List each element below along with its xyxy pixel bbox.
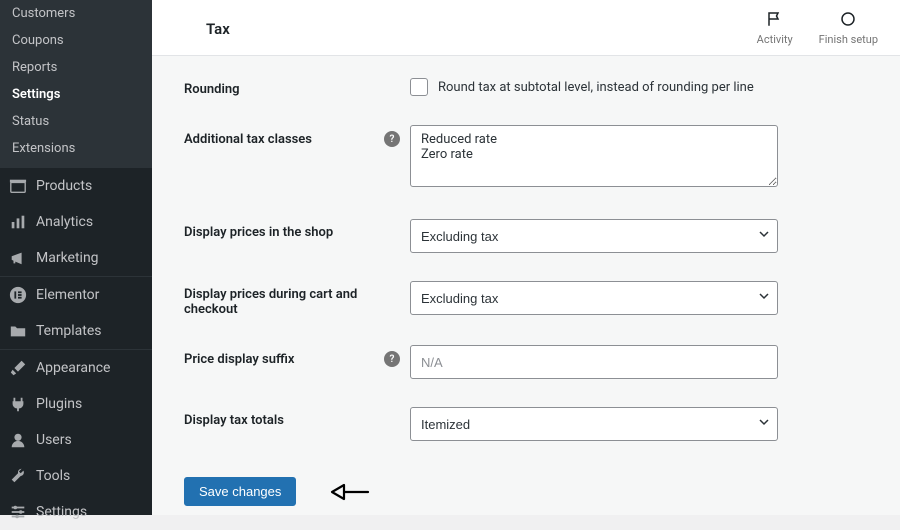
sidebar-item-label: Appearance [36, 360, 144, 376]
arrow-annotation-icon [330, 481, 370, 503]
sidebar-item-label: Products [36, 178, 144, 194]
row-display-tax-totals: Display tax totals Itemized [184, 407, 868, 441]
woocommerce-submenu: Customers Coupons Reports Settings Statu… [0, 0, 152, 168]
archive-icon [8, 176, 28, 196]
row-display-prices-shop: Display prices in the shop Excluding tax [184, 219, 868, 253]
activity-button[interactable]: Activity [757, 10, 793, 46]
label-display-tax-totals: Display tax totals [184, 407, 410, 428]
plug-icon [8, 394, 28, 414]
label-price-display-suffix: Price display suffix ? [184, 345, 410, 367]
finish-setup-button[interactable]: Finish setup [819, 10, 878, 46]
activity-label: Activity [757, 33, 793, 46]
additional-tax-classes-textarea[interactable]: Reduced rate Zero rate [410, 125, 778, 187]
user-icon [8, 430, 28, 450]
page-title: Tax [174, 18, 757, 38]
sidebar-item-label: Templates [36, 323, 144, 339]
elementor-icon [8, 285, 28, 305]
price-display-suffix-input[interactable] [410, 345, 778, 379]
wrench-icon [8, 466, 28, 486]
sidebar-item-tools[interactable]: Tools [0, 458, 152, 494]
sidebar-sub-coupons[interactable]: Coupons [0, 27, 152, 54]
row-display-prices-cart: Display prices during cart and checkout … [184, 281, 868, 317]
display-tax-totals-select[interactable]: Itemized [410, 407, 778, 441]
megaphone-icon [8, 248, 28, 268]
sidebar-sub-status[interactable]: Status [0, 108, 152, 135]
sidebar-item-analytics[interactable]: Analytics [0, 204, 152, 240]
rounding-checkbox[interactable] [410, 78, 428, 96]
brush-icon [8, 358, 28, 378]
row-additional-tax-classes: Additional tax classes ? Reduced rate Ze… [184, 125, 868, 191]
main-content: Tax Activity Finish setup Rounding [152, 0, 900, 515]
finish-setup-label: Finish setup [819, 33, 878, 46]
sidebar-item-marketing[interactable]: Marketing [0, 240, 152, 276]
sidebar-sub-extensions[interactable]: Extensions [0, 135, 152, 162]
sidebar-item-templates[interactable]: Templates [0, 313, 152, 349]
sidebar-item-plugins[interactable]: Plugins [0, 386, 152, 422]
sidebar-sub-customers[interactable]: Customers [0, 0, 152, 27]
display-prices-shop-select[interactable]: Excluding tax [410, 219, 778, 253]
sidebar-item-label: Plugins [36, 396, 144, 412]
tax-settings-form: Rounding Round tax at subtotal level, in… [152, 56, 900, 515]
display-prices-cart-select[interactable]: Excluding tax [410, 281, 778, 315]
rounding-checkbox-label: Round tax at subtotal level, instead of … [438, 80, 754, 95]
flag-icon [766, 10, 784, 31]
sidebar-item-users[interactable]: Users [0, 422, 152, 458]
page-header: Tax Activity Finish setup [152, 0, 900, 56]
sidebar-item-elementor[interactable]: Elementor [0, 277, 152, 313]
sidebar-item-label: Settings [36, 504, 144, 520]
save-changes-button[interactable]: Save changes [184, 477, 296, 506]
save-row: Save changes [184, 477, 868, 506]
sidebar-item-settings[interactable]: Settings [0, 494, 152, 530]
label-display-prices-shop: Display prices in the shop [184, 219, 410, 240]
sidebar-item-products[interactable]: Products [0, 168, 152, 204]
sidebar-item-appearance[interactable]: Appearance [0, 350, 152, 386]
label-rounding: Rounding [184, 76, 410, 97]
folder-icon [8, 321, 28, 341]
sidebar-sub-reports[interactable]: Reports [0, 54, 152, 81]
sidebar-item-label: Tools [36, 468, 144, 484]
help-icon[interactable]: ? [384, 131, 400, 147]
sidebar-item-label: Analytics [36, 214, 144, 230]
help-icon[interactable]: ? [384, 351, 400, 367]
label-additional-tax-classes: Additional tax classes ? [184, 125, 410, 147]
row-price-display-suffix: Price display suffix ? [184, 345, 868, 379]
row-rounding: Rounding Round tax at subtotal level, in… [184, 76, 868, 97]
label-display-prices-cart: Display prices during cart and checkout [184, 281, 410, 317]
admin-sidebar: Customers Coupons Reports Settings Statu… [0, 0, 152, 515]
circle-icon [839, 10, 857, 31]
sliders-icon [8, 502, 28, 522]
sidebar-item-label: Users [36, 432, 144, 448]
sidebar-sub-settings[interactable]: Settings [0, 81, 152, 108]
bars-icon [8, 212, 28, 232]
sidebar-item-label: Elementor [36, 287, 144, 303]
sidebar-item-label: Marketing [36, 250, 144, 266]
